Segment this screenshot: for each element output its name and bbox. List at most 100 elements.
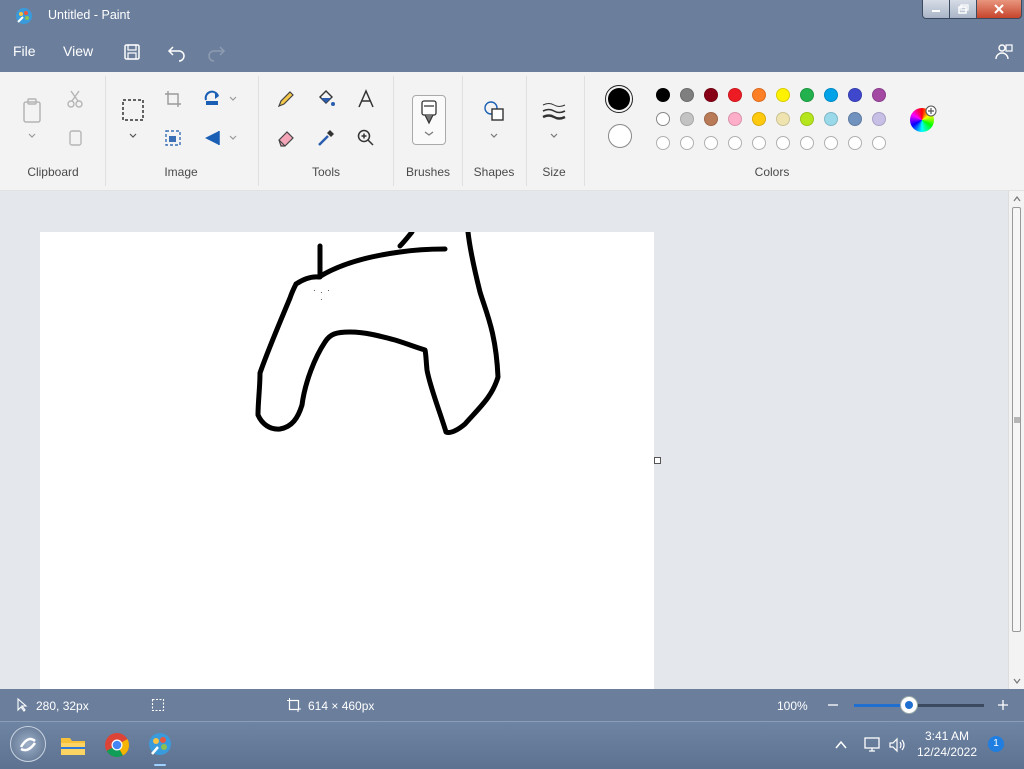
color-picker-button[interactable] (313, 125, 339, 151)
color-swatch[interactable] (872, 88, 886, 102)
color-swatch[interactable] (776, 112, 790, 126)
vertical-scrollbar[interactable] (1008, 191, 1024, 689)
color-swatch[interactable] (872, 112, 886, 126)
custom-color-slot[interactable] (824, 136, 838, 150)
rotate-button[interactable] (200, 86, 226, 112)
canvas-resize-handle[interactable] (654, 457, 661, 464)
color-swatch[interactable] (800, 112, 814, 126)
crop-button[interactable] (160, 86, 186, 112)
select-chevron-down-icon[interactable] (128, 132, 138, 140)
zoom-slider[interactable] (854, 696, 984, 714)
save-icon[interactable] (122, 42, 142, 62)
close-icon (994, 4, 1004, 14)
pencil-button[interactable] (273, 86, 299, 112)
paste-button[interactable] (19, 98, 45, 124)
color-swatch[interactable] (824, 112, 838, 126)
eraser-button[interactable] (273, 125, 299, 151)
custom-color-slot[interactable] (728, 136, 742, 150)
color-swatch[interactable] (752, 88, 766, 102)
flip-button[interactable] (200, 125, 226, 151)
color-swatch[interactable] (728, 112, 742, 126)
flip-chevron-down-icon[interactable] (228, 134, 238, 142)
separator (105, 76, 106, 186)
primary-color[interactable] (605, 85, 633, 113)
zoom-level[interactable]: 100% (777, 699, 808, 713)
image-group-label: Image (164, 165, 198, 179)
undo-icon[interactable] (167, 42, 187, 62)
color-swatch[interactable] (848, 88, 862, 102)
resize-button[interactable] (160, 125, 186, 151)
custom-color-slot[interactable] (704, 136, 718, 150)
scroll-up-icon[interactable] (1009, 193, 1024, 205)
menu-file[interactable]: File (13, 43, 36, 59)
color-swatch[interactable] (824, 88, 838, 102)
clipboard-group-label: Clipboard (27, 165, 79, 179)
custom-color-slot[interactable] (776, 136, 790, 150)
shapes-chevron-down-icon[interactable] (489, 132, 499, 140)
custom-color-slot[interactable] (752, 136, 766, 150)
custom-color-slot[interactable] (680, 136, 694, 150)
shapes-button[interactable] (481, 98, 507, 124)
clock[interactable]: 3:41 AM 12/24/2022 (914, 728, 980, 760)
restore-button[interactable] (949, 0, 977, 19)
color-swatch[interactable] (848, 112, 862, 126)
chrome-icon (105, 733, 129, 758)
shapes-icon (484, 101, 504, 121)
notification-badge[interactable]: 1 (988, 736, 1004, 752)
color-swatch[interactable] (680, 88, 694, 102)
minimize-button[interactable] (922, 0, 950, 19)
color-swatch[interactable] (704, 112, 718, 126)
copy-button[interactable] (62, 125, 88, 151)
edit-colors-button[interactable] (910, 105, 937, 132)
separator (462, 76, 463, 186)
rectangle-select-icon (122, 99, 144, 121)
copy-icon (69, 130, 82, 146)
volume-icon[interactable] (888, 736, 908, 754)
cut-button[interactable] (62, 86, 88, 112)
pencil-icon (277, 91, 294, 108)
redo-icon[interactable] (206, 42, 226, 62)
color-swatch[interactable] (752, 112, 766, 126)
size-group-label: Size (542, 165, 566, 179)
scroll-down-icon[interactable] (1009, 675, 1024, 687)
custom-color-slot[interactable] (800, 136, 814, 150)
start-button[interactable] (10, 726, 46, 762)
text-button[interactable] (353, 86, 379, 112)
share-icon[interactable] (994, 42, 1014, 62)
paste-icon (23, 98, 41, 123)
zoom-out-icon[interactable] (826, 698, 840, 712)
scrollbar-thumb[interactable] (1012, 207, 1021, 632)
zoom-in-icon[interactable] (996, 698, 1010, 712)
brushes-button[interactable] (412, 95, 446, 145)
select-button[interactable] (120, 97, 146, 123)
taskbar-chrome[interactable] (102, 730, 132, 760)
color-swatch[interactable] (656, 112, 670, 126)
chevron-up-icon[interactable] (834, 738, 848, 752)
magnifier-button[interactable] (353, 125, 379, 151)
color-swatch[interactable] (704, 88, 718, 102)
fill-button[interactable] (313, 86, 339, 112)
secondary-color[interactable] (608, 124, 632, 148)
close-button[interactable] (976, 0, 1022, 19)
size-button[interactable] (541, 98, 567, 124)
custom-color-slot[interactable] (848, 136, 862, 150)
custom-color-slot[interactable] (872, 136, 886, 150)
size-chevron-down-icon[interactable] (549, 132, 559, 140)
taskbar-file-explorer[interactable] (58, 730, 88, 760)
separator (258, 76, 259, 186)
color-swatch[interactable] (776, 88, 790, 102)
drawing-canvas[interactable] (40, 229, 654, 689)
custom-color-slot[interactable] (656, 136, 670, 150)
taskbar-paint[interactable] (145, 730, 175, 766)
add-color-icon (925, 105, 937, 117)
network-icon[interactable] (863, 736, 883, 754)
paste-chevron-down-icon[interactable] (27, 132, 37, 140)
rotate-chevron-down-icon[interactable] (228, 95, 238, 103)
menu-view[interactable]: View (63, 43, 93, 59)
zoom-slider-thumb[interactable] (900, 696, 918, 714)
color-swatch[interactable] (680, 112, 694, 126)
color-swatch[interactable] (656, 88, 670, 102)
color-swatch[interactable] (800, 88, 814, 102)
color-swatch[interactable] (728, 88, 742, 102)
taskbar: 3:41 AM 12/24/2022 1 (0, 721, 1024, 769)
